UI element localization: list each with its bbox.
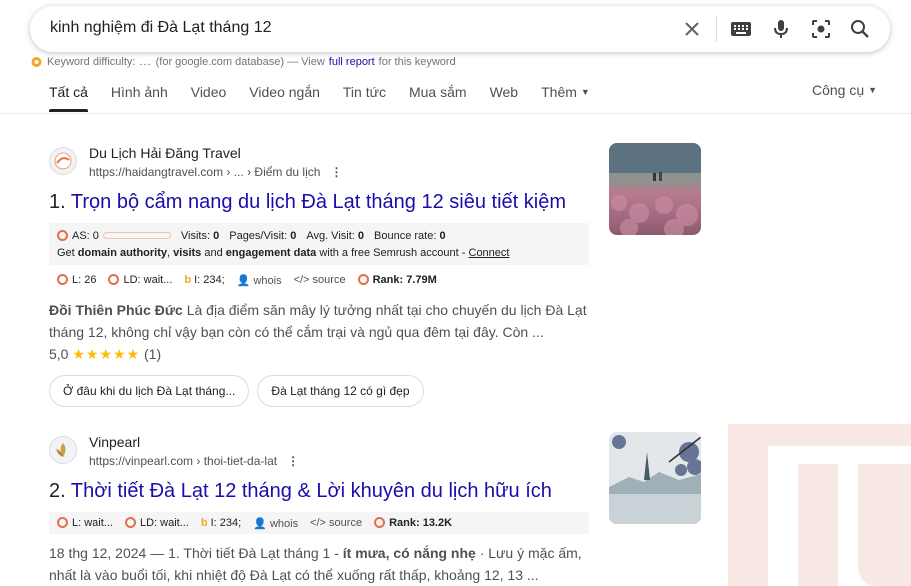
search-input[interactable]: kinh nghiệm đi Đà Lạt tháng 12 — [50, 19, 271, 37]
source-link[interactable]: </> source — [294, 274, 346, 286]
result-thumbnail[interactable] — [609, 143, 701, 235]
search-bar[interactable]: kinh nghiệm đi Đà Lạt tháng 12 — [30, 6, 890, 52]
semrush-ring-icon — [57, 517, 68, 528]
keyword-difficulty-line: Keyword difficulty: ... (for google.com … — [30, 56, 456, 68]
result-site-header[interactable]: Vinpearl https://vinpearl.com › thoi-tie… — [49, 434, 601, 474]
search-result-1: Du Lịch Hải Đăng Travel https://haidangt… — [49, 145, 601, 407]
keyword-database-note: (for google.com database) — View — [155, 56, 325, 68]
search-tabs: Tất cả Hình ảnh Video Video ngắn Tin tức… — [49, 82, 613, 112]
search-divider — [716, 16, 717, 42]
semrush-panel: AS: 0 Visits: 0 Pages/Visit: 0 Avg. Visi… — [49, 223, 589, 265]
semrush-ring-icon — [374, 517, 386, 528]
more-options-icon[interactable]: ⋮ — [330, 165, 342, 179]
tab-all[interactable]: Tất cả — [49, 82, 88, 112]
semrush-ring-icon — [124, 517, 136, 528]
result-rating: 5,0 ★★★★★ (1) — [49, 346, 162, 362]
result-site-header[interactable]: Du Lịch Hải Đăng Travel https://haidangt… — [49, 145, 601, 185]
site-url: https://haidangtravel.com › ... › Điểm d… — [89, 165, 343, 179]
full-report-link[interactable]: full report — [329, 56, 375, 68]
tab-shopping[interactable]: Mua sắm — [409, 82, 467, 112]
site-url: https://vinpearl.com › thoi-tiet-da-lat ⋮ — [89, 454, 300, 468]
semrush-ring-icon — [108, 274, 120, 285]
close-icon[interactable] — [677, 14, 707, 44]
result-date: 18 thg 12, 2024 — [49, 545, 147, 561]
semrush-ring-icon — [357, 274, 369, 285]
seo-metrics: L: 26 LD: wait... b I: 234; 👤 whois </> s… — [49, 269, 601, 291]
bing-icon: b — [184, 274, 192, 286]
tab-more[interactable]: Thêm ▼ — [541, 82, 590, 112]
site-name: Du Lịch Hải Đăng Travel — [89, 145, 241, 161]
related-chip[interactable]: Đà Lạt tháng 12 có gì đẹp — [257, 375, 424, 407]
keyword-difficulty-value: ... — [139, 56, 152, 68]
tab-images[interactable]: Hình ảnh — [111, 82, 168, 112]
keyboard-icon[interactable] — [726, 14, 756, 44]
source-link[interactable]: </> source — [310, 517, 362, 529]
related-chip[interactable]: Ở đâu khi du lịch Đà Lạt tháng... — [49, 375, 250, 407]
seo-metrics: L: wait... LD: wait... b I: 234; 👤 whois … — [49, 512, 589, 534]
semrush-promo: Get domain authority, visits and engagem… — [57, 246, 510, 259]
result-snippet: 18 thg 12, 2024 — 1. Thời tiết Đà Lạt th… — [49, 545, 582, 583]
result-title-link[interactable]: 1. Trọn bộ cẩm nang du lịch Đà Lạt tháng… — [49, 189, 601, 215]
semrush-icon — [31, 57, 42, 67]
whois-link[interactable]: 👤 whois — [253, 517, 298, 530]
microphone-icon[interactable] — [766, 14, 796, 44]
result-title-link[interactable]: 2. Thời tiết Đà Lạt 12 tháng & Lời khuyê… — [49, 478, 601, 504]
semrush-stats: AS: 0 Visits: 0 Pages/Visit: 0 Avg. Visi… — [57, 227, 581, 244]
keyword-tail: for this keyword — [378, 56, 456, 68]
whois-link[interactable]: 👤 whois — [237, 274, 282, 287]
bing-icon: b — [200, 517, 208, 529]
watermark-logo — [728, 424, 911, 586]
caret-down-icon: ▼ — [580, 87, 590, 97]
keyword-difficulty-label: Keyword difficulty: — [47, 56, 136, 68]
rating-stars-icon: ★★★★★ — [72, 346, 141, 362]
site-favicon — [49, 436, 77, 464]
semrush-ring-icon — [57, 229, 68, 241]
site-name: Vinpearl — [89, 434, 141, 450]
more-options-icon[interactable]: ⋮ — [287, 454, 299, 468]
tab-short-videos[interactable]: Video ngắn — [249, 82, 320, 112]
tabs-divider — [0, 113, 911, 114]
lens-icon[interactable] — [806, 14, 836, 44]
result-thumbnail[interactable] — [609, 432, 701, 524]
authority-score-bar — [102, 231, 171, 239]
result-snippet: Đồi Thiên Phúc Đức Là địa điểm săn mây l… — [49, 302, 587, 340]
tab-web[interactable]: Web — [490, 82, 519, 112]
tools-button[interactable]: Công cụ ▼ — [812, 82, 877, 98]
semrush-ring-icon — [57, 274, 68, 285]
site-favicon — [49, 147, 77, 175]
tab-news[interactable]: Tin tức — [343, 82, 386, 112]
search-icon[interactable] — [845, 14, 875, 44]
semrush-connect-link[interactable]: Connect — [469, 247, 510, 259]
tab-videos[interactable]: Video — [191, 82, 227, 112]
related-chips: Ở đâu khi du lịch Đà Lạt tháng... Đà Lạt… — [49, 375, 601, 407]
search-result-2: Vinpearl https://vinpearl.com › thoi-tie… — [49, 434, 601, 586]
caret-down-icon: ▼ — [868, 85, 878, 95]
